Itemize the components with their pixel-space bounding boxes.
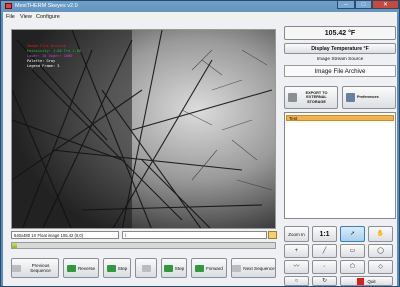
app-logo-icon <box>5 3 12 9</box>
close-button[interactable]: ✕ <box>372 1 399 9</box>
image-stream-source-label: Image Stream Source <box>316 57 364 62</box>
polyline-icon: 〰 <box>293 263 300 270</box>
ellipse-tool-button[interactable]: ◯ <box>368 244 393 258</box>
overlay-palette-text: Palette: Gray <box>27 59 56 63</box>
line-tool-button[interactable]: ╱ <box>312 244 337 258</box>
previous-sequence-label: Previous Sequence <box>30 263 51 273</box>
progress-fill <box>12 243 18 248</box>
pointer-tool-button[interactable]: ➚ <box>340 226 365 242</box>
menu-view[interactable]: View <box>20 14 32 20</box>
menu-bar: File View Configure <box>3 12 397 21</box>
step-back-label: Step <box>117 265 128 271</box>
preferences-label: Preferences <box>357 95 379 100</box>
pan-tool-button[interactable]: ✋ <box>368 226 393 242</box>
rectangle-tool-button[interactable]: ▭ <box>340 244 365 258</box>
polygon-icon: ⬠ <box>349 263 356 270</box>
next-sequence-label: Next Sequence <box>243 265 275 271</box>
step-forward-button[interactable]: Step <box>161 258 187 278</box>
circle-tool-button[interactable]: ○ <box>284 276 309 286</box>
thermal-image-view[interactable]: Image File Archive Emissivity: 1.00 Tra … <box>11 29 276 229</box>
hand-icon: ✋ <box>376 230 385 237</box>
sequence-list[interactable]: Test <box>284 112 396 219</box>
overlay-frame-text: Legend Frame: 3 <box>27 64 60 68</box>
previous-sequence-button[interactable]: Previous Sequence <box>11 258 59 278</box>
image-info-field: 640x480 1X Float image 105.42 (0,0) <box>11 231 119 239</box>
forward-button[interactable]: Forward <box>191 258 227 278</box>
temperature-readout: 105.42 °F <box>284 26 396 40</box>
window-title: MexiTHERM Skeyes v2.0 <box>15 3 78 9</box>
stop-icon <box>357 277 365 285</box>
quit-button[interactable]: Quit <box>340 276 393 286</box>
main-content: Image File Archive Emissivity: 1.00 Tra … <box>3 21 397 286</box>
list-item[interactable]: Test <box>286 115 394 121</box>
isotherm-icon: ◦ <box>323 263 326 270</box>
maximize-button[interactable]: □ <box>355 1 372 9</box>
minimize-button[interactable]: – <box>337 1 355 9</box>
app-window: MexiTHERM Skeyes v2.0 – □ ✕ File View Co… <box>0 0 400 287</box>
refresh-icon: ↻ <box>321 277 328 284</box>
rectangle-icon: ▭ <box>349 247 356 254</box>
eraser-icon: ◇ <box>378 263 383 270</box>
rewind-icon <box>12 264 21 272</box>
preferences-button[interactable]: Preferences <box>342 86 396 109</box>
menu-file[interactable]: File <box>6 14 15 20</box>
forward-label: Forward <box>206 265 223 271</box>
pause-icon <box>141 264 151 272</box>
wrench-icon <box>346 93 355 102</box>
circle-icon: ○ <box>294 277 299 284</box>
reverse-icon <box>66 264 76 272</box>
menu-configure[interactable]: Configure <box>36 14 60 20</box>
next-sequence-button[interactable]: Next Sequence <box>231 258 276 278</box>
spot-tool-button[interactable]: + <box>284 244 309 258</box>
step-back-icon <box>106 264 116 272</box>
overlay-source-text: Image File Archive <box>27 44 66 48</box>
zoom-in-button[interactable]: Zoom In <box>284 226 309 242</box>
export-icon <box>288 93 297 102</box>
polygon-tool-button[interactable]: ⬠ <box>340 260 365 274</box>
polyline-tool-button[interactable]: 〰 <box>284 260 309 274</box>
overlay-range-text: Lower: 10 Upper: 1000 <box>27 54 73 58</box>
pointer-icon: ➚ <box>349 230 356 237</box>
eraser-tool-button[interactable]: ◇ <box>368 260 393 274</box>
step-forward-label: Step <box>174 265 185 271</box>
title-bar: MexiTHERM Skeyes v2.0 – □ ✕ <box>1 1 399 11</box>
step-back-button[interactable]: Step <box>103 258 131 278</box>
export-button[interactable]: EXPORT TO EXTERNAL STORAGE <box>284 86 338 109</box>
reverse-label: Reverse <box>77 265 96 271</box>
one-to-one-button[interactable]: 1:1 <box>312 226 337 242</box>
image-stream-source-select[interactable]: Image File Archive <box>284 65 396 77</box>
display-temperature-button[interactable]: Display Temperature °F <box>284 43 396 54</box>
open-folder-icon[interactable] <box>268 231 277 239</box>
overlay-emissivity-text: Emissivity: 1.00 Tra 1.00 <box>27 49 82 53</box>
refresh-button[interactable]: ↻ <box>312 276 337 286</box>
quit-label: Quit <box>367 278 376 284</box>
forward-icon <box>195 264 205 272</box>
step-forward-icon <box>163 264 173 272</box>
line-icon: ╱ <box>322 247 327 254</box>
reverse-button[interactable]: Reverse <box>63 258 99 278</box>
export-label: EXPORT TO EXTERNAL STORAGE <box>305 90 328 104</box>
isotherm-tool-button[interactable]: ◦ <box>312 260 337 274</box>
pause-button[interactable] <box>135 258 157 278</box>
crosshair-icon: + <box>294 247 299 254</box>
sequence-progress-bar[interactable] <box>11 242 276 249</box>
file-path-input[interactable]: \ <box>122 231 267 239</box>
fast-forward-icon <box>232 264 242 272</box>
ellipse-icon: ◯ <box>377 247 384 254</box>
